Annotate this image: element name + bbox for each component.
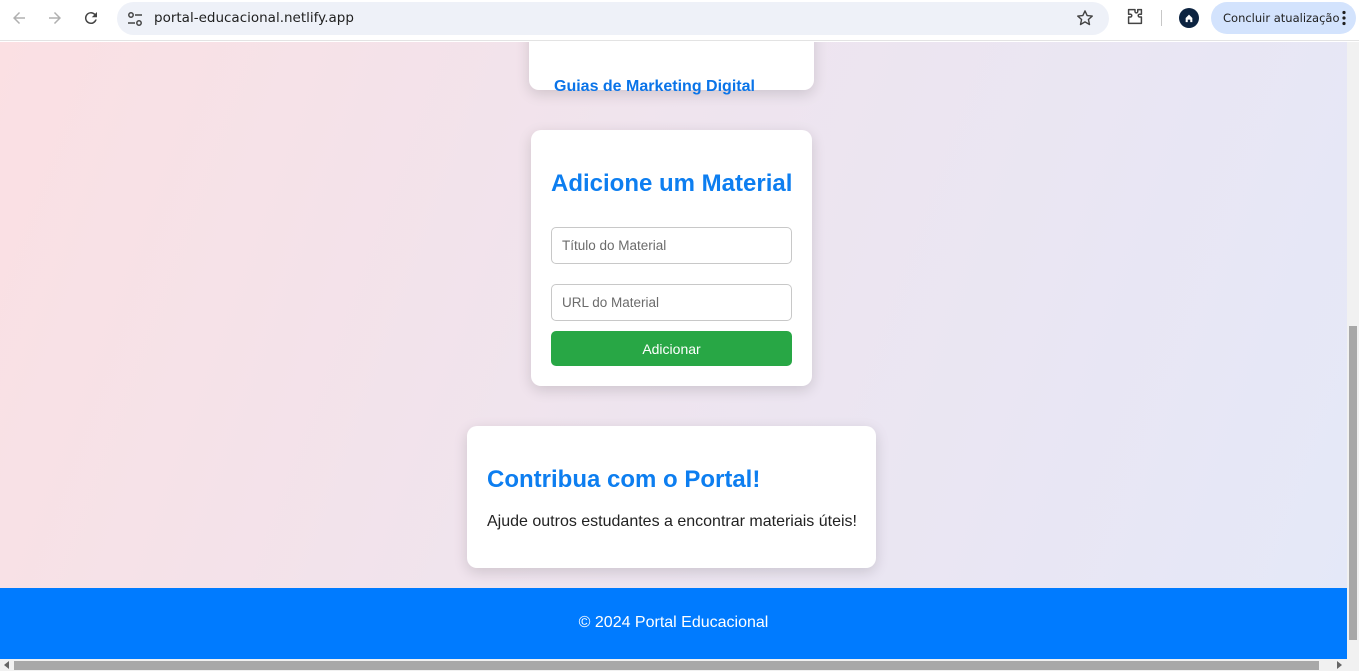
footer-copyright: © 2024 Portal Educacional — [578, 614, 769, 631]
bookmark-star-icon[interactable] — [1075, 8, 1095, 28]
url-text[interactable]: portal-educacional.netlify.app — [154, 10, 354, 26]
vertical-scroll-thumb[interactable] — [1349, 326, 1357, 640]
reload-button[interactable] — [78, 5, 104, 31]
arrow-left-icon — [13, 12, 25, 24]
toolbar-separator — [1161, 10, 1162, 26]
contribute-text: Ajude outros estudantes a encontrar mate… — [487, 513, 857, 530]
material-title-input[interactable] — [551, 227, 792, 264]
profile-avatar[interactable] — [1179, 8, 1199, 28]
material-link[interactable]: Guias de Marketing Digital — [554, 78, 755, 96]
materials-card: Guias de Marketing Digital — [529, 42, 814, 95]
contribute-card: Contribua com o Portal! Ajude outros est… — [467, 426, 876, 568]
page-footer: © 2024 Portal Educacional — [0, 588, 1347, 659]
contribute-title: Contribua com o Portal! — [487, 466, 761, 493]
add-material-title: Adicione um Material — [551, 170, 793, 197]
site-info-icon[interactable] — [125, 9, 145, 29]
address-bar[interactable]: portal-educacional.netlify.app — [117, 2, 1109, 35]
material-url-input[interactable] — [551, 284, 792, 321]
browser-toolbar: portal-educacional.netlify.app Concluir … — [0, 0, 1359, 41]
add-button[interactable]: Adicionar — [551, 331, 792, 366]
arrow-right-icon — [49, 12, 61, 24]
horizontal-scroll-thumb[interactable] — [14, 661, 1319, 670]
vertical-scrollbar[interactable] — [1347, 42, 1359, 659]
back-button[interactable] — [6, 5, 32, 31]
horizontal-scrollbar[interactable] — [0, 659, 1359, 671]
forward-button[interactable] — [42, 5, 68, 31]
update-button[interactable]: Concluir atualização — [1211, 2, 1356, 34]
page-viewport: Guias de Marketing Digital Adicione um M… — [0, 42, 1347, 659]
more-menu-icon[interactable] — [1342, 10, 1346, 26]
update-label: Concluir atualização — [1223, 11, 1340, 25]
profile-icon — [1185, 14, 1193, 23]
reload-icon — [84, 12, 97, 25]
add-material-card: Adicione um Material Adicionar — [531, 130, 812, 386]
scroll-right-arrow-icon[interactable] — [1335, 661, 1343, 669]
scroll-left-arrow-icon[interactable] — [3, 661, 11, 669]
extensions-puzzle-icon[interactable] — [1124, 6, 1146, 28]
